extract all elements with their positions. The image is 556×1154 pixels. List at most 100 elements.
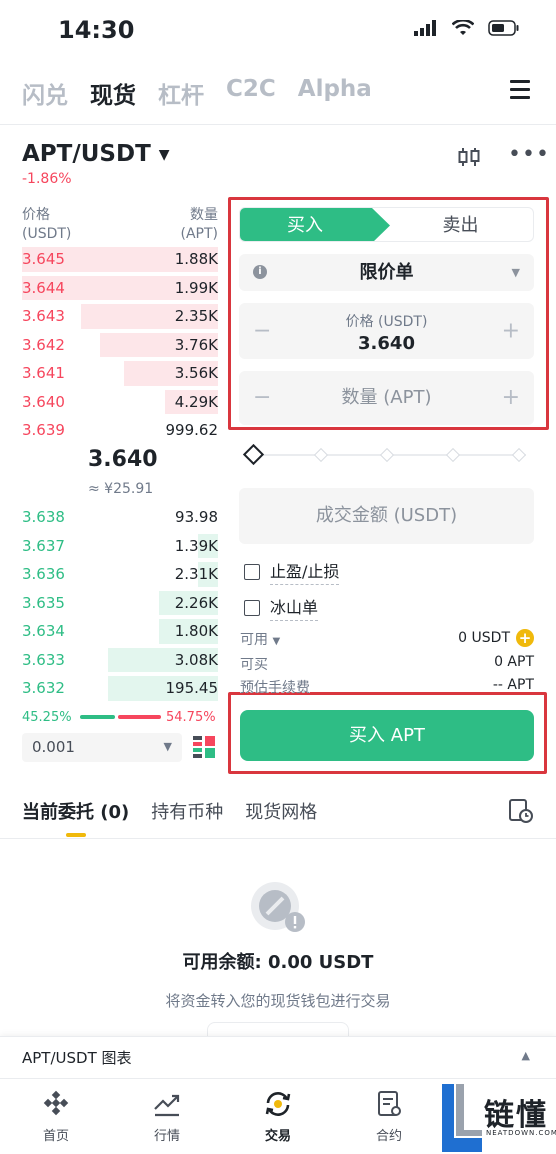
bid-quantity: 2.26K [174, 593, 218, 612]
ask-price: 3.641 [22, 364, 65, 382]
ask-row[interactable]: 3.639 999.62 [0, 416, 230, 445]
bid-row[interactable]: 3.634 1.80K [0, 617, 230, 646]
fee-row: 预估手续费 -- APT [240, 677, 534, 693]
quantity-input[interactable]: − 数量 (APT) + [239, 371, 534, 425]
ask-row[interactable]: 3.640 4.29K [0, 388, 230, 417]
bid-price: 3.635 [22, 593, 65, 612]
info-icon[interactable]: i [253, 265, 267, 279]
tab-buy[interactable]: 买入 [240, 208, 390, 241]
tab-open-orders[interactable]: 当前委托 (0) [22, 798, 129, 824]
last-price: 3.640 [88, 447, 158, 472]
bid-price: 3.637 [22, 536, 65, 555]
orderbook-price-header: 价格 (USDT) [22, 207, 72, 242]
bid-row[interactable]: 3.633 3.08K [0, 646, 230, 675]
pair-selector[interactable]: APT/USDT ▼ [22, 141, 170, 167]
bid-row[interactable]: 3.638 93.98 [0, 503, 230, 532]
watermark-sub: NEATDOWN.COM [486, 1129, 556, 1137]
tab-spot[interactable]: 现货 [90, 76, 136, 110]
buy-apt-button[interactable]: 买入 APT [240, 710, 534, 761]
ask-quantity: 3.76K [174, 335, 218, 354]
status-time: 14:30 [58, 16, 135, 44]
amount-slider[interactable] [242, 443, 527, 466]
tab-alpha[interactable]: Alpha [298, 76, 372, 110]
ask-row[interactable]: 3.641 3.56K [0, 359, 230, 388]
last-price-cny: ≈ ¥25.91 [88, 481, 154, 497]
bid-quantity: 2.31K [174, 565, 218, 583]
total-input[interactable]: 成交金额 (USDT) [239, 488, 534, 544]
minus-icon[interactable]: − [253, 371, 271, 425]
minus-icon[interactable]: − [253, 319, 271, 344]
iceberg-option[interactable]: 冰山单 [244, 594, 319, 621]
chart-panel-toggle[interactable]: APT/USDT 图表 ▲ [0, 1036, 556, 1078]
price-input[interactable]: − 价格 (USDT) 3.640 + [239, 303, 534, 359]
iceberg-checkbox[interactable] [244, 599, 260, 616]
orderbook-qty-header: 数量 (APT) [180, 207, 219, 242]
add-funds-icon[interactable]: + [516, 629, 534, 647]
tab-sell[interactable]: 卖出 [388, 208, 533, 241]
bid-quantity: 195.45 [165, 679, 219, 697]
watermark: 链懂 NEATDOWN.COM [438, 1082, 556, 1154]
bid-row[interactable]: 3.635 2.26K [0, 589, 230, 618]
price-change: -1.86% [22, 171, 72, 187]
ask-row[interactable]: 3.642 3.76K [0, 331, 230, 360]
ask-price: 3.644 [22, 278, 65, 297]
orders-tabs: 当前委托 (0) 持有币种 现货网格 [22, 798, 317, 824]
bid-price: 3.633 [22, 650, 65, 669]
plus-icon[interactable]: + [502, 319, 520, 344]
slider-handle[interactable] [242, 443, 265, 466]
nav-futures[interactable]: 合约 [354, 1089, 424, 1144]
tab-margin[interactable]: 杠杆 [158, 76, 204, 110]
bid-row[interactable]: 3.636 2.31K [0, 560, 230, 589]
wifi-icon [452, 20, 474, 35]
ask-row[interactable]: 3.645 1.88K [0, 245, 230, 274]
bid-quantity: 93.98 [175, 508, 218, 526]
bid-quantity: 1.80K [174, 622, 218, 640]
more-icon[interactable]: ••• [508, 142, 550, 167]
ask-price: 3.639 [22, 421, 65, 439]
available-row: 可用 ▼ 0 USDT + [240, 629, 534, 649]
plus-icon[interactable]: + [502, 371, 520, 425]
tab-c2c[interactable]: C2C [226, 76, 276, 110]
tp-sl-checkbox[interactable] [244, 563, 260, 580]
order-type-select[interactable]: i 限价单 ▼ [239, 254, 534, 291]
ask-row[interactable]: 3.643 2.35K [0, 302, 230, 331]
tp-sl-label: 止盈/止损 [270, 558, 340, 585]
nav-home[interactable]: 首页 [21, 1089, 91, 1144]
ask-quantity: 4.29K [174, 392, 218, 411]
price-value: 3.640 [358, 333, 415, 354]
caret-down-icon: ▼ [163, 740, 172, 753]
available-label[interactable]: 可用 ▼ [240, 629, 280, 649]
buy-sell-tabs: 买入 卖出 [239, 207, 534, 242]
bid-price: 3.632 [22, 679, 65, 697]
status-icons [414, 20, 520, 36]
tab-holdings[interactable]: 持有币种 [151, 798, 223, 824]
iceberg-label: 冰山单 [270, 594, 319, 621]
bid-price: 3.636 [22, 565, 65, 583]
menu-icon[interactable] [510, 80, 530, 104]
bid-row[interactable]: 3.637 1.39K [0, 532, 230, 561]
tab-spot-grid[interactable]: 现货网格 [245, 798, 317, 824]
nav-trade[interactable]: 交易 [243, 1089, 313, 1144]
tab-convert[interactable]: 闪兑 [22, 76, 68, 110]
caret-down-icon: ▼ [158, 146, 170, 163]
bid-price: 3.634 [22, 622, 65, 640]
quantity-placeholder: 数量 (APT) [341, 387, 432, 408]
ask-row[interactable]: 3.644 1.99K [0, 274, 230, 303]
active-tab-indicator [66, 833, 86, 837]
order-type-label: 限价单 [359, 262, 414, 283]
candlestick-icon[interactable] [457, 146, 481, 174]
depth-precision-select[interactable]: 0.001 ▼ [22, 733, 182, 762]
order-history-icon[interactable] [508, 798, 534, 828]
chart-label: APT/USDT 图表 [22, 1049, 132, 1067]
can-buy-row: 可买 0 APT [240, 654, 534, 674]
caret-up-icon: ▲ [521, 1049, 530, 1062]
tp-sl-option[interactable]: 止盈/止损 [244, 558, 340, 585]
watermark-logo [442, 1084, 482, 1152]
ask-price: 3.643 [22, 307, 65, 325]
orderbook-layout-icon[interactable] [193, 736, 215, 762]
bid-row[interactable]: 3.632 195.45 [0, 674, 230, 703]
nav-markets[interactable]: 行情 [132, 1089, 202, 1144]
ask-quantity: 1.88K [174, 250, 218, 268]
sell-ratio-bar [118, 715, 161, 719]
buy-ratio: 45.25% [22, 710, 72, 725]
